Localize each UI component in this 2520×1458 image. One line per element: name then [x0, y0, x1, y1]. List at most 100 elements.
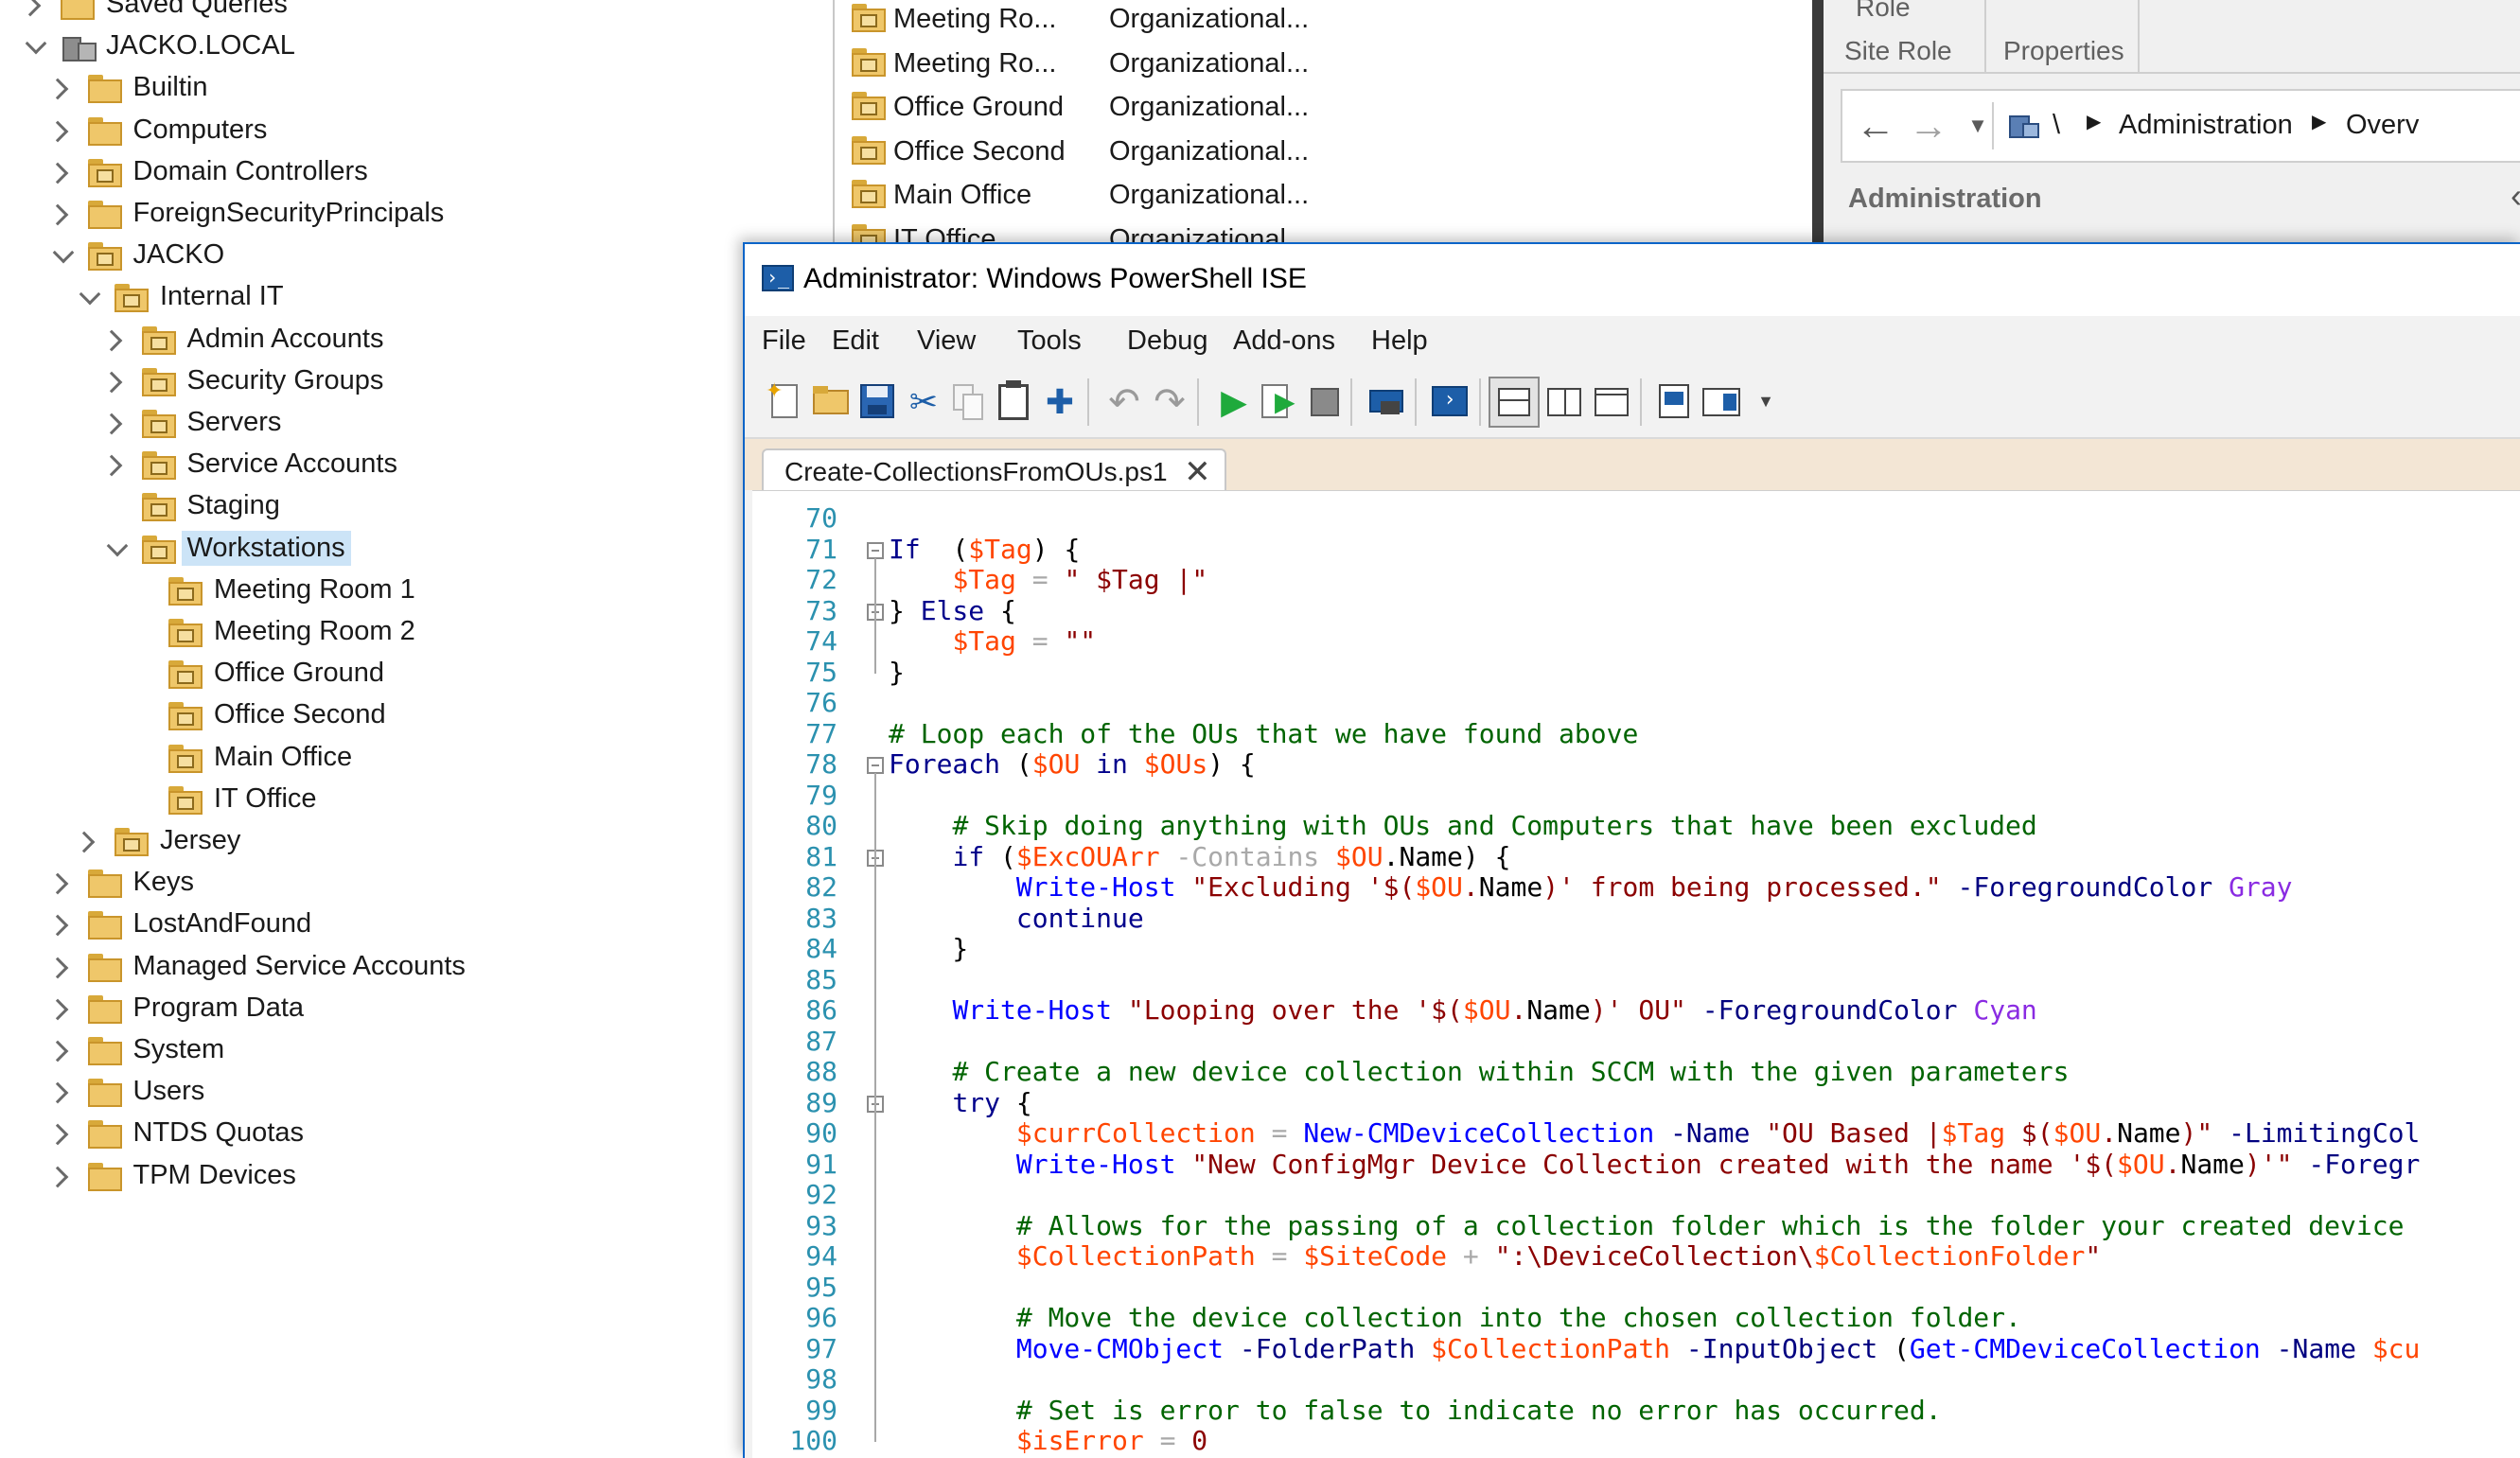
code-line[interactable]: 96 # Move the device collection into the…: [752, 1302, 2520, 1333]
chevron-right-icon[interactable]: [74, 832, 96, 853]
console-icon[interactable]: ›: [1424, 377, 1475, 428]
code-line[interactable]: 70: [752, 502, 2520, 534]
tree-node-meeting-room-1[interactable]: Meeting Room 1: [0, 571, 823, 612]
menu-tools[interactable]: Tools: [1017, 325, 1082, 357]
tree-node-tpm-devices[interactable]: TPM Devices: [0, 1156, 823, 1198]
code-line[interactable]: 83 continue: [752, 903, 2520, 934]
undo-icon[interactable]: ↶: [1099, 377, 1150, 428]
new-file-icon[interactable]: ✦: [760, 377, 811, 428]
chevron-right-icon[interactable]: [100, 413, 122, 435]
overflow-icon[interactable]: ▼: [1740, 392, 1791, 443]
layout-right-icon[interactable]: [1540, 377, 1591, 428]
history-dropdown-icon[interactable]: ▼: [1954, 102, 2001, 149]
stop-icon[interactable]: [1299, 377, 1350, 428]
copy-icon[interactable]: [943, 377, 995, 428]
code-line[interactable]: 94 $CollectionPath = $SiteCode + ":\Devi…: [752, 1240, 2520, 1272]
tree-node-jacko[interactable]: JACKO: [0, 236, 823, 277]
list-item[interactable]: Meeting Ro...Organizational...: [852, 0, 1798, 40]
ad-tree-pane[interactable]: Saved QueriesJACKO.LOCALBuiltinComputers…: [0, 0, 835, 1456]
tree-node-managed-service-accounts[interactable]: Managed Service Accounts: [0, 947, 823, 989]
menu-help[interactable]: Help: [1371, 325, 1428, 357]
chevron-right-icon[interactable]: [46, 915, 68, 937]
code-line[interactable]: 97 Move-CMObject -FolderPath $Collection…: [752, 1333, 2520, 1364]
redo-icon[interactable]: ↷: [1144, 377, 1195, 428]
code-line[interactable]: 84 }: [752, 933, 2520, 964]
menu-file[interactable]: File: [762, 325, 806, 357]
tree-node-office-second[interactable]: Office Second: [0, 695, 823, 737]
code-line[interactable]: 71If ($Tag) {: [752, 534, 2520, 565]
tree-node-saved-queries[interactable]: Saved Queries: [0, 0, 823, 26]
code-line[interactable]: 100 $isError = 0: [752, 1425, 2520, 1456]
list-item[interactable]: Office SecondOrganizational...: [852, 129, 1798, 172]
tree-node-service-accounts[interactable]: Service Accounts: [0, 445, 823, 486]
chevron-right-icon[interactable]: [100, 455, 122, 477]
chevron-right-icon[interactable]: [46, 1124, 68, 1146]
tree-node-office-ground[interactable]: Office Ground: [0, 654, 823, 695]
console-root-icon[interactable]: [2009, 112, 2041, 140]
back-arrow-icon[interactable]: ←: [1852, 102, 1899, 149]
code-line[interactable]: 80 # Skip doing anything with OUs and Co…: [752, 810, 2520, 841]
tree-node-computers[interactable]: Computers: [0, 111, 823, 152]
code-line[interactable]: 74 $Tag = "": [752, 625, 2520, 657]
chevron-right-icon[interactable]: [46, 1082, 68, 1104]
chevron-right-icon[interactable]: [46, 998, 68, 1020]
collapse-region-icon[interactable]: [867, 542, 884, 559]
layout-top-icon[interactable]: [1489, 377, 1540, 428]
code-line[interactable]: 87: [752, 1026, 2520, 1057]
tree-node-builtin[interactable]: Builtin: [0, 68, 823, 110]
tree-node-ntds-quotas[interactable]: NTDS Quotas: [0, 1114, 823, 1155]
menu-debug[interactable]: Debug: [1127, 325, 1207, 357]
breadcrumb-root[interactable]: \: [2053, 110, 2060, 141]
layout-max-icon[interactable]: [1587, 377, 1638, 428]
forward-arrow-icon[interactable]: →: [1905, 102, 1952, 149]
tree-node-meeting-room-2[interactable]: Meeting Room 2: [0, 612, 823, 654]
list-item[interactable]: Main OfficeOrganizational...: [852, 172, 1798, 216]
chevron-right-icon[interactable]: [46, 204, 68, 226]
list-item[interactable]: Meeting Ro...Organizational...: [852, 41, 1798, 84]
code-line[interactable]: 86 Write-Host "Looping over the '$($OU.N…: [752, 994, 2520, 1026]
tree-node-it-office[interactable]: IT Office: [0, 780, 823, 821]
list-item[interactable]: Office GroundOrganizational...: [852, 84, 1798, 128]
collapse-region-icon[interactable]: [867, 757, 884, 774]
code-line[interactable]: 90 $currCollection = New-CMDeviceCollect…: [752, 1117, 2520, 1149]
tab-create-collections-script[interactable]: Create-CollectionsFromOUs.ps1 ✕: [762, 448, 1226, 494]
tree-node-security-groups[interactable]: Security Groups: [0, 361, 823, 403]
save-icon[interactable]: [853, 377, 904, 428]
collapse-pane-icon[interactable]: ‹: [2511, 176, 2520, 216]
show-script-icon[interactable]: [1649, 377, 1701, 428]
code-line[interactable]: 82 Write-Host "Excluding '$($OU.Name)' f…: [752, 871, 2520, 903]
code-line[interactable]: 73} Else {: [752, 595, 2520, 626]
tree-node-staging[interactable]: Staging: [0, 486, 823, 528]
remote-tab-icon[interactable]: [1362, 377, 1413, 428]
code-line[interactable]: 79: [752, 780, 2520, 811]
chevron-right-icon[interactable]: [100, 371, 122, 393]
chevron-right-icon[interactable]: [46, 1166, 68, 1187]
paste-icon[interactable]: [989, 377, 1040, 428]
clear-icon[interactable]: ✚: [1034, 377, 1085, 428]
ribbon-tab-site-role[interactable]: Role Site Role: [1824, 0, 1986, 72]
menu-add-ons[interactable]: Add-ons: [1233, 325, 1335, 357]
close-icon[interactable]: ✕: [1184, 450, 1211, 494]
run-selection-icon[interactable]: ▶: [1254, 377, 1305, 428]
code-line[interactable]: 81 if ($ExcOUArr -Contains $OU.Name) {: [752, 841, 2520, 872]
chevron-down-icon[interactable]: [52, 242, 74, 264]
ribbon-tab-properties[interactable]: Properties: [1986, 0, 2140, 72]
code-line[interactable]: 77# Loop each of the OUs that we have fo…: [752, 718, 2520, 749]
code-line[interactable]: 93 # Allows for the passing of a collect…: [752, 1210, 2520, 1241]
code-line[interactable]: 95: [752, 1272, 2520, 1303]
breadcrumb-separator-icon[interactable]: ▶: [2087, 110, 2101, 133]
tree-node-workstations[interactable]: Workstations: [0, 529, 823, 571]
chevron-right-icon[interactable]: [100, 329, 122, 351]
code-line[interactable]: 72 $Tag = " $Tag |": [752, 564, 2520, 595]
cut-icon[interactable]: ✂: [898, 377, 949, 428]
code-line[interactable]: 75}: [752, 657, 2520, 688]
tree-node-keys[interactable]: Keys: [0, 863, 823, 905]
title-bar[interactable]: ›_ Administrator: Windows PowerShell ISE: [745, 244, 2520, 316]
tree-node-jacko-local[interactable]: JACKO.LOCAL: [0, 26, 823, 68]
code-line[interactable]: 85: [752, 964, 2520, 995]
tree-node-jersey[interactable]: Jersey: [0, 821, 823, 863]
code-line[interactable]: 91 Write-Host "New ConfigMgr Device Coll…: [752, 1149, 2520, 1180]
tree-node-main-office[interactable]: Main Office: [0, 738, 823, 780]
breadcrumb-administration[interactable]: Administration: [2119, 110, 2293, 141]
script-editor[interactable]: 7071If ($Tag) {72 $Tag = " $Tag |"73} El…: [752, 490, 2520, 1458]
